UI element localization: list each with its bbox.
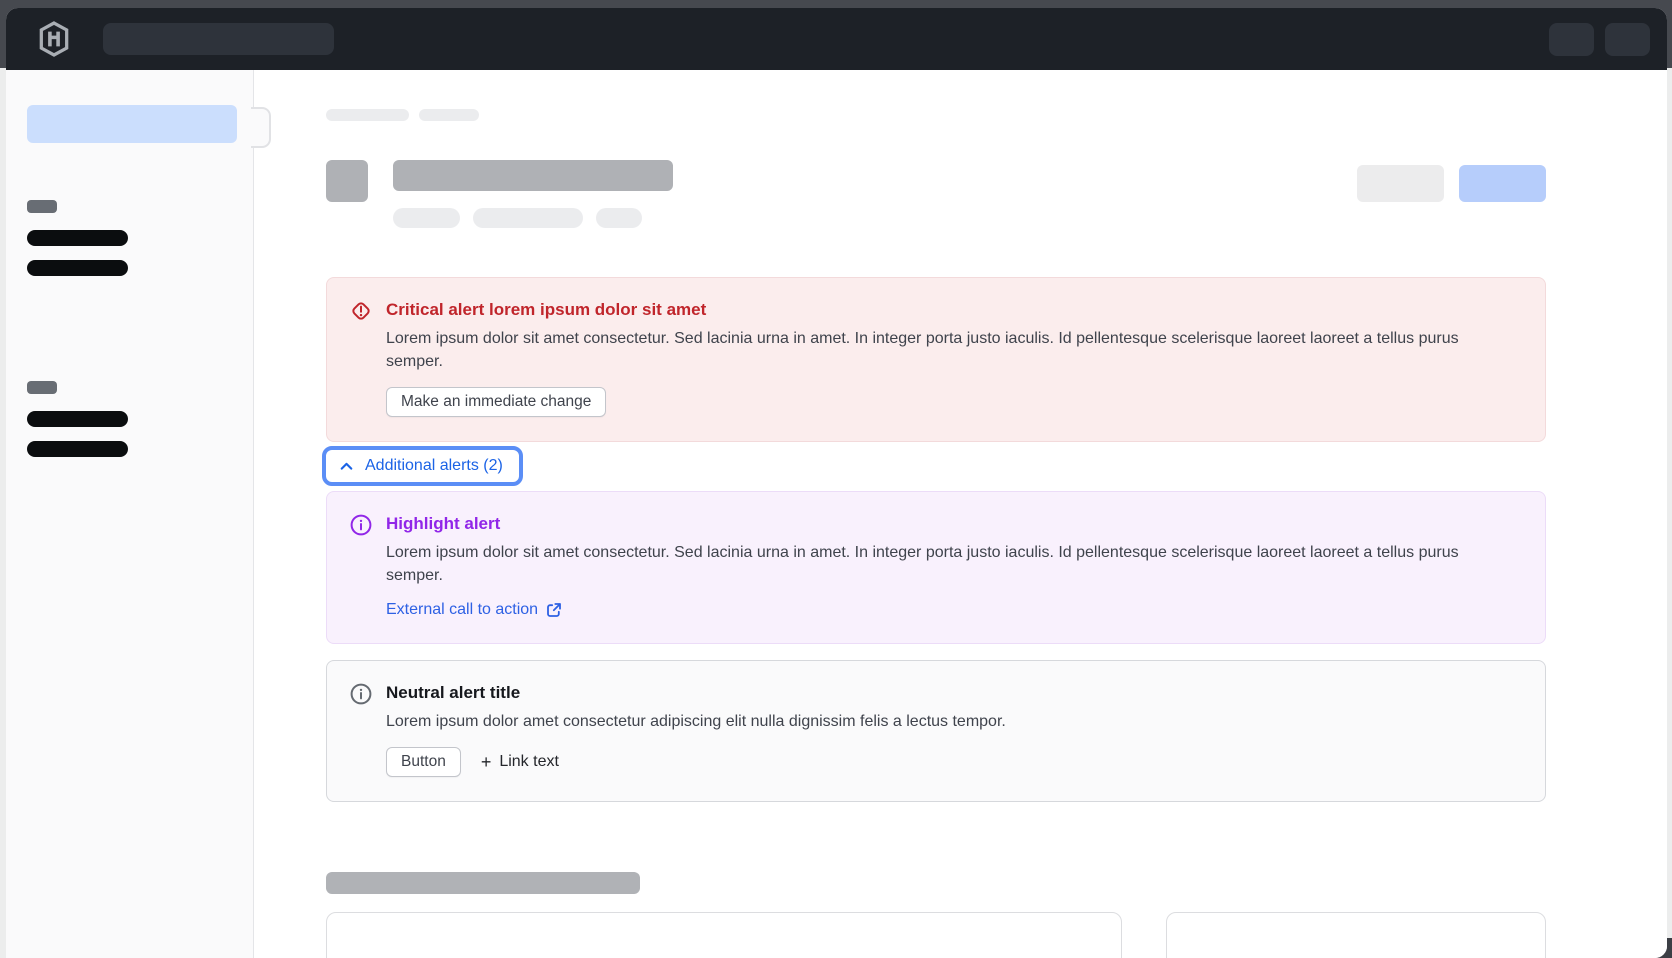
external-link-label: External call to action	[386, 601, 538, 619]
neutral-alert-body: Lorem ipsum dolor amet consectetur adipi…	[386, 710, 1466, 733]
primary-button-skeleton[interactable]	[1459, 165, 1546, 202]
page-icon-skeleton	[326, 160, 368, 202]
section-title-skeleton	[326, 872, 640, 894]
critical-alert-body: Lorem ipsum dolor sit amet consectetur. …	[386, 327, 1466, 373]
add-link-text-link[interactable]: + Link text	[481, 753, 559, 771]
additional-alerts-toggle-label: Additional alerts (2)	[365, 454, 503, 478]
card-skeleton-left	[326, 912, 1122, 958]
info-circle-icon	[349, 513, 373, 537]
secondary-button-skeleton[interactable]	[1357, 165, 1444, 202]
sidebar-collapse-handle[interactable]	[251, 107, 271, 148]
highlight-alert: Highlight alert Lorem ipsum dolor sit am…	[326, 491, 1546, 644]
highlight-alert-title: Highlight alert	[386, 512, 1521, 536]
sidebar-item-skeleton[interactable]	[27, 230, 128, 246]
plus-icon: +	[481, 753, 492, 771]
card-skeleton-right	[1166, 912, 1546, 958]
sidebar-item-skeleton[interactable]	[27, 260, 128, 276]
breadcrumb-skeleton-1	[326, 109, 409, 121]
neutral-alert-title: Neutral alert title	[386, 681, 1521, 705]
badge-skeleton-3	[596, 208, 642, 228]
sidebar-item-skeleton[interactable]	[27, 441, 128, 457]
navbar-action-skeleton-2[interactable]	[1605, 23, 1650, 56]
page-title-skeleton	[393, 160, 673, 191]
main-content: Critical alert lorem ipsum dolor sit ame…	[254, 70, 1667, 958]
neutral-alert: Neutral alert title Lorem ipsum dolor am…	[326, 660, 1546, 802]
cards-row	[326, 912, 1546, 958]
external-call-to-action-link[interactable]: External call to action	[386, 601, 562, 619]
sidebar-item-skeleton[interactable]	[27, 411, 128, 427]
navbar-action-skeleton-1[interactable]	[1549, 23, 1594, 56]
alert-diamond-icon	[349, 299, 373, 323]
sidebar-active-item-skeleton[interactable]	[27, 105, 237, 143]
top-navbar	[6, 8, 1667, 70]
critical-alert-title: Critical alert lorem ipsum dolor sit ame…	[386, 298, 1521, 322]
link-text-label: Link text	[499, 753, 559, 771]
page-header	[326, 160, 1546, 228]
sidebar	[6, 70, 254, 958]
critical-alert: Critical alert lorem ipsum dolor sit ame…	[326, 277, 1546, 442]
sidebar-section-label-skeleton	[27, 381, 57, 394]
breadcrumb-skeleton-2	[419, 109, 479, 121]
hashicorp-logo-icon	[38, 20, 72, 58]
highlight-alert-body: Lorem ipsum dolor sit amet consectetur. …	[386, 541, 1466, 587]
navbar-search-skeleton[interactable]	[103, 23, 334, 55]
neutral-alert-button[interactable]: Button	[386, 747, 461, 777]
breadcrumb	[326, 109, 1546, 121]
app-window: Critical alert lorem ipsum dolor sit ame…	[6, 8, 1667, 958]
additional-alerts-toggle[interactable]: Additional alerts (2)	[322, 446, 523, 486]
badge-skeleton-1	[393, 208, 460, 228]
sidebar-section-label-skeleton	[27, 200, 57, 213]
chevron-up-icon	[338, 458, 355, 475]
info-circle-icon	[349, 682, 373, 706]
make-immediate-change-button[interactable]: Make an immediate change	[386, 387, 606, 417]
badge-skeleton-2	[473, 208, 583, 228]
external-link-icon	[546, 602, 562, 618]
